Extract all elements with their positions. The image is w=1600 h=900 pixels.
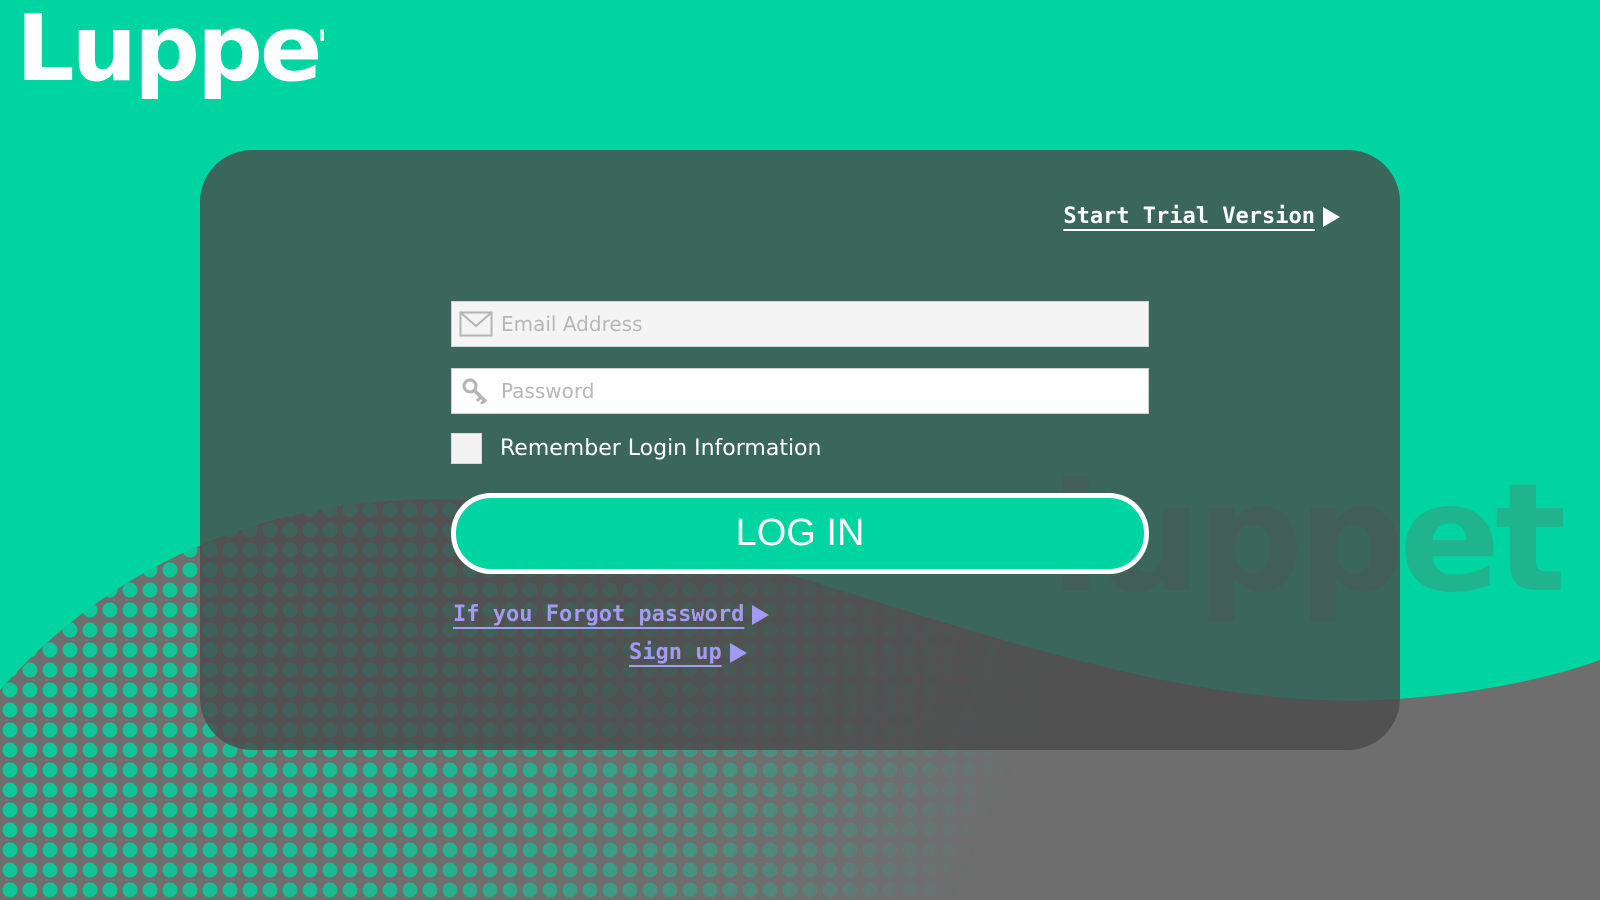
play-arrow-icon	[752, 604, 770, 625]
password-field[interactable]	[451, 368, 1149, 414]
envelope-icon	[459, 310, 493, 338]
sign-up-link[interactable]: Sign up	[629, 640, 747, 665]
sign-up-label: Sign up	[629, 640, 722, 665]
email-input[interactable]	[499, 301, 1148, 347]
password-input[interactable]	[499, 368, 1148, 414]
login-button[interactable]: LOG IN	[451, 493, 1149, 574]
email-field[interactable]	[451, 301, 1149, 347]
start-trial-link[interactable]: Start Trial Version	[1063, 204, 1340, 229]
login-card: Start Trial Version Email Address Rememb…	[200, 150, 1400, 750]
remember-login-option[interactable]: Remember Login Information	[451, 433, 821, 464]
forgot-password-label: If you Forgot password	[453, 602, 745, 627]
remember-label: Remember Login Information	[500, 436, 822, 461]
play-arrow-icon	[729, 642, 747, 663]
start-trial-label: Start Trial Version	[1063, 204, 1315, 229]
login-screen: Luppet luppet Start Trial Version	[0, 0, 1600, 900]
key-icon	[459, 377, 493, 405]
forgot-password-link[interactable]: If you Forgot password	[453, 602, 770, 627]
remember-checkbox[interactable]	[451, 433, 482, 464]
play-arrow-icon	[1323, 206, 1340, 227]
